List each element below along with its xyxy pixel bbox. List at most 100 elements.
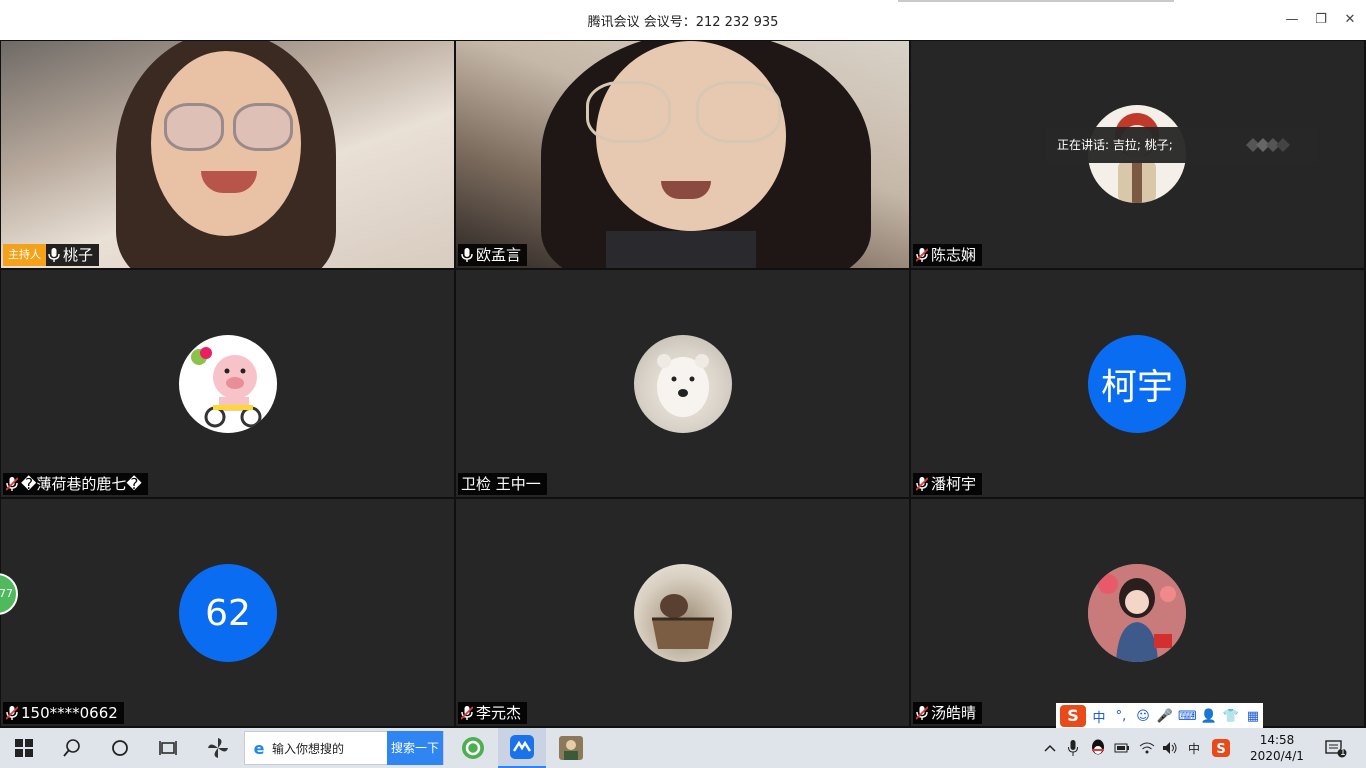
chevron-up-icon [1044, 744, 1056, 752]
mic-muted-icon [6, 477, 18, 491]
restore-button[interactable]: ❐ [1309, 8, 1333, 32]
participant-name: 桃子 [63, 246, 94, 264]
mic-on-icon [461, 248, 473, 262]
speaking-banner: 正在讲话: 吉拉; 桃子; [1046, 127, 1318, 163]
taskbar-app-360[interactable] [449, 728, 497, 768]
participant-name-label: 欧孟言 [458, 244, 528, 266]
ie-icon: e [253, 738, 265, 758]
web-search-input[interactable]: 输入你想搜的 [270, 740, 387, 757]
ime-emoji-icon[interactable]: ☺ [1134, 709, 1152, 724]
host-badge: 主持人 [3, 244, 46, 266]
microphone-icon [1068, 740, 1078, 756]
participant-tile[interactable]: 62 150****0662 [1, 499, 454, 726]
sogou-icon: S [1212, 739, 1230, 757]
clock-date: 2020/4/1 [1250, 749, 1304, 763]
tray-volume-button[interactable] [1160, 728, 1180, 768]
speaking-text: 正在讲话: 吉拉; 桃子; [1057, 138, 1173, 152]
cortana-button[interactable] [96, 728, 144, 768]
svg-text:S: S [1216, 742, 1225, 757]
mic-on-icon [48, 248, 60, 262]
tray-expand-button[interactable] [1040, 728, 1060, 768]
ime-punctuation-toggle[interactable]: °, [1112, 709, 1130, 724]
user-photo-icon [559, 736, 583, 760]
ime-keyboard-icon[interactable]: ⌨ [1178, 709, 1197, 724]
participant-name: 汤皓晴 [931, 704, 977, 722]
participant-tile[interactable]: 柯宇 潘柯宇 [911, 270, 1364, 497]
participant-tile[interactable]: 李元杰 [456, 499, 909, 726]
close-button[interactable]: ✕ [1338, 8, 1362, 32]
girl-portrait-icon [1088, 564, 1186, 662]
participant-name-label: 陈志娴 [913, 244, 983, 266]
tray-battery-button[interactable] [1112, 728, 1132, 768]
tencent-meeting-icon [510, 735, 534, 759]
system-clock[interactable]: 14:58 2020/4/1 [1244, 732, 1310, 764]
participant-name-label: 150****0662 [3, 702, 124, 724]
cortana-icon [112, 740, 128, 756]
taskbar-app-photo[interactable] [547, 728, 595, 768]
tray-mic-button[interactable] [1064, 728, 1082, 768]
participant-tile[interactable]: 欧孟言 [456, 41, 909, 268]
ime-toolbox-icon[interactable]: ▦ [1244, 709, 1262, 724]
tray-input-language[interactable]: 中 [1184, 728, 1204, 768]
audio-level-icon [1246, 138, 1290, 152]
ime-toolbar: S 中 °, ☺ 🎤 ⌨ 👤 👕 ▦ [1056, 703, 1263, 729]
speaker-icon [1163, 742, 1177, 754]
participant-name: 李元杰 [476, 704, 522, 722]
pinwheel-icon [208, 738, 228, 758]
task-view-icon [159, 741, 177, 755]
taskbar-app-tencent-meeting[interactable] [498, 728, 546, 768]
notification-count: 1 [1340, 748, 1346, 758]
participant-tile[interactable]: 汤皓晴 [911, 499, 1364, 726]
wifi-icon [1139, 742, 1155, 754]
participant-name-label: �薄荷巷的鹿七� [3, 473, 148, 495]
participant-name: 陈志娴 [931, 246, 977, 264]
glasses-icon [164, 103, 224, 151]
search-icon [63, 739, 80, 757]
ime-user-icon[interactable]: 👤 [1200, 709, 1218, 724]
participant-tile[interactable]: 卫检 王中一 [456, 270, 909, 497]
participant-tile[interactable]: �薄荷巷的鹿七� [1, 270, 454, 497]
task-view-button[interactable] [144, 728, 192, 768]
participant-name-label: 李元杰 [458, 702, 528, 724]
windows-logo-icon [15, 739, 33, 757]
cat-basket-icon [634, 564, 732, 662]
sweater [606, 231, 756, 268]
taskbar: e 输入你想搜的 搜索一下 中 S 14:58 2020/4/1 1 [0, 728, 1366, 768]
participant-name-label: 主持人 桃子 [3, 244, 100, 266]
battery-plug-icon [1114, 743, 1129, 753]
mic-muted-icon [916, 248, 928, 262]
mic-muted-icon [6, 706, 18, 720]
participant-name-label: 卫检 王中一 [458, 473, 547, 495]
ime-lang-toggle[interactable]: 中 [1090, 707, 1108, 726]
search-button[interactable] [48, 728, 96, 768]
web-search-button[interactable]: 搜索一下 [387, 731, 443, 765]
windows-start-button[interactable] [0, 728, 48, 768]
glasses-icon [586, 81, 671, 143]
glasses-icon [233, 103, 293, 151]
pinwheel-app-button[interactable] [194, 728, 242, 768]
tray-qq-button[interactable] [1088, 728, 1108, 768]
action-center-button[interactable]: 1 [1318, 728, 1354, 768]
tray-network-button[interactable] [1136, 728, 1158, 768]
ime-voice-icon[interactable]: 🎤 [1156, 709, 1174, 724]
qq-penguin-icon [1092, 739, 1104, 755]
sogou-logo-icon[interactable]: S [1060, 705, 1086, 727]
window-title: 腾讯会议 会议号：212 232 935 [587, 15, 779, 30]
minimize-button[interactable]: — [1280, 8, 1304, 32]
web-search-box[interactable]: e 输入你想搜的 搜索一下 [244, 731, 444, 765]
title-shadow [898, 0, 1174, 2]
glasses-icon [696, 81, 781, 143]
mic-muted-icon [916, 706, 928, 720]
participant-name: 150****0662 [21, 704, 118, 722]
participant-tile[interactable]: 主持人 桃子 [1, 41, 454, 268]
title-bar: 腾讯会议 会议号：212 232 935 — ❐ ✕ [0, 0, 1366, 40]
mic-muted-icon [461, 706, 473, 720]
ime-skin-icon[interactable]: 👕 [1222, 709, 1240, 724]
participant-name-label: 汤皓晴 [913, 702, 983, 724]
tray-sogou-button[interactable]: S [1210, 728, 1232, 768]
initials-avatar: 62 [179, 564, 277, 662]
initials-avatar: 柯宇 [1088, 335, 1186, 433]
mic-muted-icon [916, 477, 928, 491]
participant-name: 潘柯宇 [931, 475, 977, 493]
browser-360-icon [462, 737, 484, 759]
